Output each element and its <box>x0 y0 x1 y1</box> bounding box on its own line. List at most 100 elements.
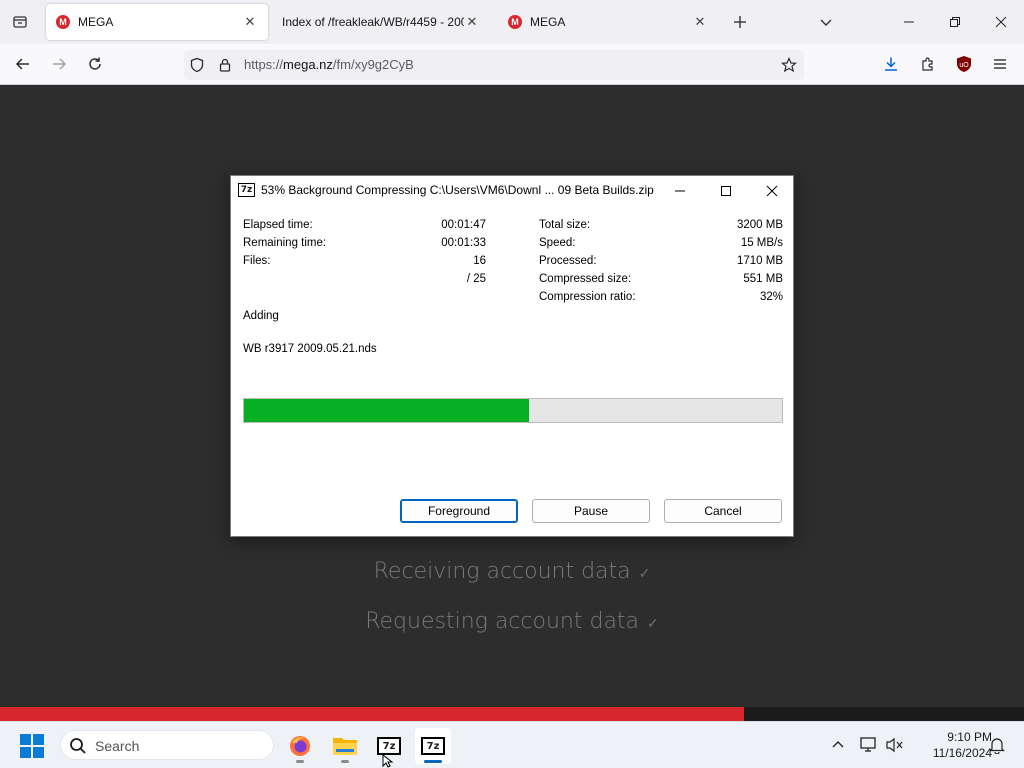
dialog-titlebar[interactable]: 7z 53% Background Compressing C:\Users\V… <box>231 176 793 205</box>
dialog-title: 53% Background Compressing C:\Users\VM6\… <box>261 183 654 197</box>
tab-index-freakleak[interactable]: Index of /freakleak/WB/r4459 - 2009 ✕ <box>272 4 490 40</box>
forward-button[interactable] <box>44 50 74 78</box>
compression-ratio-row: Compression ratio: 32% <box>539 291 783 307</box>
pause-button[interactable]: Pause <box>532 499 650 523</box>
taskbar-clock[interactable]: 9:10 PM 11/16/2024 <box>910 729 992 761</box>
puzzle-icon <box>922 57 933 71</box>
hamburger-menu-icon <box>994 59 1006 69</box>
show-hidden-icons-chevron-up-icon[interactable] <box>827 734 849 756</box>
tab-strip: M MEGA ✕ Index of /freakleak/WB/r4459 - … <box>0 0 1024 44</box>
stat-value: 15 MB/s <box>740 237 783 249</box>
mouse-cursor-icon <box>382 754 394 768</box>
list-all-tabs-button[interactable] <box>812 8 840 36</box>
menu-button[interactable] <box>985 50 1015 78</box>
close-window-button[interactable] <box>978 0 1024 44</box>
restore-button[interactable] <box>932 0 978 44</box>
url-bar[interactable]: https://mega.nz/fm/xy9g2CyB <box>184 50 804 80</box>
operation-label: Adding <box>243 310 279 322</box>
search-placeholder: Search <box>95 738 140 754</box>
stat-value: 1710 MB <box>736 255 783 267</box>
stat-label: Remaining time: <box>243 237 327 249</box>
chevron-down-icon <box>820 19 832 26</box>
stat-label: Total size: <box>539 219 591 231</box>
taskbar-app-firefox[interactable] <box>282 728 318 764</box>
lock-icon[interactable] <box>216 56 234 74</box>
stat-label: Compression ratio: <box>539 291 636 303</box>
taskbar-search-box[interactable]: Search <box>60 730 274 760</box>
notifications-bell-icon[interactable] <box>986 734 1008 756</box>
status-requesting-account-data: Requesting account data ✓ <box>365 609 659 634</box>
stat-label: Compressed size: <box>539 273 632 285</box>
stat-label: Files: <box>243 255 271 267</box>
tab-list-button[interactable] <box>6 8 34 36</box>
elapsed-time-row: Elapsed time: 00:01:47 <box>243 219 486 235</box>
checkmark-icon: ✓ <box>647 616 659 632</box>
files-row: Files: 16 <box>243 255 486 271</box>
close-tab-icon[interactable]: ✕ <box>242 14 258 30</box>
total-size-row: Total size: 3200 MB <box>539 219 783 235</box>
speed-row: Speed: 15 MB/s <box>539 237 783 253</box>
7zip-icon: 7z <box>377 737 401 755</box>
7zip-progress-dialog: 7z 53% Background Compressing C:\Users\V… <box>230 175 794 537</box>
compression-progress-fill <box>244 399 530 422</box>
close-tab-icon[interactable]: ✕ <box>464 14 480 30</box>
new-tab-button[interactable] <box>726 8 754 36</box>
windows-taskbar: Search 7z 7z 9:10 PM 11/16/2024 <box>0 721 1024 768</box>
tab-title: MEGA <box>78 15 114 29</box>
taskbar-app-file-explorer[interactable] <box>327 728 363 764</box>
checkmark-icon: ✓ <box>638 566 651 582</box>
files-total-row: / 25 <box>243 273 486 289</box>
windows-start-icon[interactable] <box>20 734 44 758</box>
search-icon <box>70 738 86 754</box>
tab-title: Index of /freakleak/WB/r4459 - 2009 <box>282 15 464 29</box>
stat-value: 32% <box>759 291 783 303</box>
mega-icon: M <box>508 15 522 29</box>
dialog-close-button[interactable] <box>749 176 795 205</box>
taskbar-app-7zip-active[interactable]: 7z <box>415 728 451 764</box>
stat-value: 16 <box>473 255 486 267</box>
shield-icon[interactable] <box>188 56 206 74</box>
stat-label: Processed: <box>539 255 597 267</box>
svg-text:uO: uO <box>959 62 969 69</box>
dialog-minimize-button[interactable] <box>657 176 703 205</box>
extensions-button[interactable] <box>913 50 943 78</box>
bookmark-star-icon[interactable] <box>778 54 800 76</box>
stat-value: 00:01:47 <box>441 219 486 231</box>
mega-icon: M <box>56 15 70 29</box>
foreground-button[interactable]: Foreground <box>400 499 518 523</box>
stat-value: 551 MB <box>743 273 783 285</box>
cancel-button[interactable]: Cancel <box>664 499 782 523</box>
compression-progress-bar <box>243 398 783 423</box>
compressed-size-row: Compressed size: 551 MB <box>539 273 783 289</box>
reload-button[interactable] <box>80 50 110 78</box>
arrow-right-icon <box>53 58 67 70</box>
volume-muted-icon[interactable] <box>884 734 906 756</box>
7zip-icon: 7z <box>238 183 255 197</box>
navigation-toolbar: https://mega.nz/fm/xy9g2CyB uO <box>0 44 1024 85</box>
restore-icon <box>950 17 960 27</box>
reload-icon <box>89 57 101 70</box>
network-icon[interactable] <box>858 734 880 756</box>
ublock-origin-button[interactable]: uO <box>949 50 979 78</box>
dialog-maximize-button[interactable] <box>703 176 749 205</box>
url-text[interactable]: https://mega.nz/fm/xy9g2CyB <box>244 57 414 72</box>
current-file-name: WB r3917 2009.05.21.nds <box>243 343 377 355</box>
tab-mega[interactable]: M MEGA ✕ <box>498 4 718 40</box>
firefox-icon <box>290 736 310 756</box>
plus-icon <box>734 16 746 28</box>
tab-title: MEGA <box>530 15 566 29</box>
file-explorer-icon <box>333 738 357 755</box>
remaining-time-row: Remaining time: 00:01:33 <box>243 237 486 253</box>
back-button[interactable] <box>8 50 38 78</box>
7zip-icon: 7z <box>421 737 445 755</box>
minimize-button[interactable] <box>886 0 932 44</box>
stat-label: Elapsed time: <box>243 219 313 231</box>
status-receiving-account-data: Receiving account data ✓ <box>373 559 651 584</box>
stat-value: 3200 MB <box>736 219 783 231</box>
clock-time: 9:10 PM <box>947 730 992 744</box>
processed-row: Processed: 1710 MB <box>539 255 783 271</box>
minimize-icon <box>675 190 685 191</box>
close-tab-icon[interactable]: ✕ <box>692 14 708 30</box>
downloads-button[interactable] <box>876 50 906 78</box>
tab-mega-active[interactable]: M MEGA ✕ <box>46 4 268 40</box>
